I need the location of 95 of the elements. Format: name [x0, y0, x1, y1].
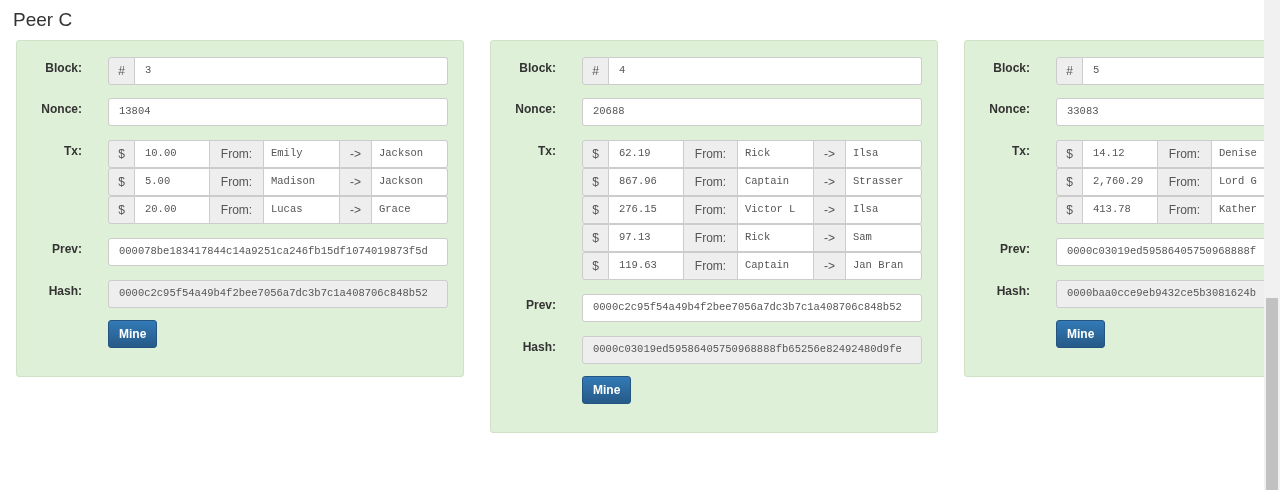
- field-label: Tx:: [538, 143, 556, 160]
- from-addon: From:: [210, 140, 264, 168]
- from-addon: From:: [210, 196, 264, 224]
- input-field[interactable]: 20688: [582, 98, 922, 126]
- input-field[interactable]: 413.78: [1083, 196, 1158, 224]
- input-field[interactable]: Captain: [738, 168, 814, 196]
- input-field[interactable]: 3: [135, 57, 448, 85]
- from-addon: From:: [1158, 168, 1212, 196]
- input-field[interactable]: Strasser: [846, 168, 922, 196]
- input-field[interactable]: Jan Bran: [846, 252, 922, 280]
- input-field[interactable]: Rick: [738, 224, 814, 252]
- input-field[interactable]: 20.00: [135, 196, 210, 224]
- input-field[interactable]: 0000c03019ed59586405750968888fb65256e82492480d9fe: [582, 336, 922, 364]
- field-label: Tx:: [1012, 143, 1030, 160]
- field-label: Hash:: [48, 283, 82, 300]
- input-field[interactable]: 119.63: [609, 252, 684, 280]
- input-field[interactable]: 000078be183417844c14a9251ca246fb15df1074019873f5d: [108, 238, 448, 266]
- input-field[interactable]: Rick: [738, 140, 814, 168]
- currency-addon: $: [582, 140, 609, 168]
- input-field[interactable]: 867.96: [609, 168, 684, 196]
- input-field[interactable]: Madison: [264, 168, 340, 196]
- arrow-addon: ->: [340, 196, 372, 224]
- input-field[interactable]: Ilsa: [846, 196, 922, 224]
- input-field[interactable]: 33083: [1056, 98, 1264, 126]
- input-field[interactable]: Captain: [738, 252, 814, 280]
- arrow-addon: ->: [814, 196, 846, 224]
- input-field[interactable]: 97.13: [609, 224, 684, 252]
- input-field[interactable]: Victor L: [738, 196, 814, 224]
- field-label: Nonce:: [989, 101, 1030, 118]
- input-field[interactable]: 0000c03019ed59586405750968888f: [1056, 238, 1264, 266]
- field-label: Prev:: [999, 241, 1030, 258]
- hash-addon: #: [1056, 57, 1083, 85]
- currency-addon: $: [108, 196, 135, 224]
- input-field[interactable]: Lord G: [1212, 168, 1264, 196]
- currency-addon: $: [582, 168, 609, 196]
- currency-addon: $: [1056, 196, 1083, 224]
- input-field[interactable]: 10.00: [135, 140, 210, 168]
- field-label: Block:: [519, 60, 556, 77]
- input-field[interactable]: Kather: [1212, 196, 1264, 224]
- input-field[interactable]: 62.19: [609, 140, 684, 168]
- scrollbar-thumb[interactable]: [1266, 298, 1278, 490]
- field-label: Prev:: [51, 241, 82, 258]
- input-field[interactable]: 5: [1083, 57, 1264, 85]
- field-label: Nonce:: [515, 101, 556, 118]
- field-label: Block:: [993, 60, 1030, 77]
- arrow-addon: ->: [814, 168, 846, 196]
- currency-addon: $: [1056, 140, 1083, 168]
- field-label: Nonce:: [41, 101, 82, 118]
- currency-addon: $: [582, 224, 609, 252]
- input-field[interactable]: Ilsa: [846, 140, 922, 168]
- arrow-addon: ->: [340, 140, 372, 168]
- input-field[interactable]: Denise: [1212, 140, 1264, 168]
- page-heading: Peer C: [13, 8, 73, 32]
- input-field[interactable]: Jackson: [372, 168, 448, 196]
- field-label: Prev:: [525, 297, 556, 314]
- hash-addon: #: [582, 57, 609, 85]
- input-field[interactable]: Jackson: [372, 140, 448, 168]
- from-addon: From:: [1158, 196, 1212, 224]
- hash-addon: #: [108, 57, 135, 85]
- from-addon: From:: [684, 140, 738, 168]
- from-addon: From:: [684, 224, 738, 252]
- field-label: Hash:: [522, 339, 556, 356]
- input-field[interactable]: Grace: [372, 196, 448, 224]
- mine-button[interactable]: Mine: [582, 376, 632, 404]
- currency-addon: $: [108, 168, 135, 196]
- mine-button[interactable]: Mine: [108, 320, 158, 348]
- arrow-addon: ->: [340, 168, 372, 196]
- input-field[interactable]: 5.00: [135, 168, 210, 196]
- currency-addon: $: [582, 196, 609, 224]
- input-field[interactable]: Emily: [264, 140, 340, 168]
- from-addon: From:: [684, 196, 738, 224]
- currency-addon: $: [1056, 168, 1083, 196]
- input-field[interactable]: 0000c2c95f54a49b4f2bee7056a7dc3b7c1a408706c848b52: [582, 294, 922, 322]
- input-field[interactable]: Sam: [846, 224, 922, 252]
- from-addon: From:: [684, 168, 738, 196]
- input-field[interactable]: 14.12: [1083, 140, 1158, 168]
- from-addon: From:: [210, 168, 264, 196]
- field-label: Hash:: [996, 283, 1030, 300]
- input-field[interactable]: 276.15: [609, 196, 684, 224]
- arrow-addon: ->: [814, 224, 846, 252]
- input-field[interactable]: 13804: [108, 98, 448, 126]
- arrow-addon: ->: [814, 140, 846, 168]
- input-field[interactable]: 0000c2c95f54a49b4f2bee7056a7dc3b7c1a408706c848b52: [108, 280, 448, 308]
- field-label: Block:: [45, 60, 82, 77]
- input-field[interactable]: 0000baa0cce9eb9432ce5b3081624b: [1056, 280, 1264, 308]
- arrow-addon: ->: [814, 252, 846, 280]
- mine-button[interactable]: Mine: [1056, 320, 1106, 348]
- currency-addon: $: [582, 252, 609, 280]
- input-field[interactable]: 4: [609, 57, 922, 85]
- currency-addon: $: [108, 140, 135, 168]
- from-addon: From:: [1158, 140, 1212, 168]
- input-field[interactable]: Lucas: [264, 196, 340, 224]
- input-field[interactable]: 2,760.29: [1083, 168, 1158, 196]
- from-addon: From:: [684, 252, 738, 280]
- field-label: Tx:: [64, 143, 82, 160]
